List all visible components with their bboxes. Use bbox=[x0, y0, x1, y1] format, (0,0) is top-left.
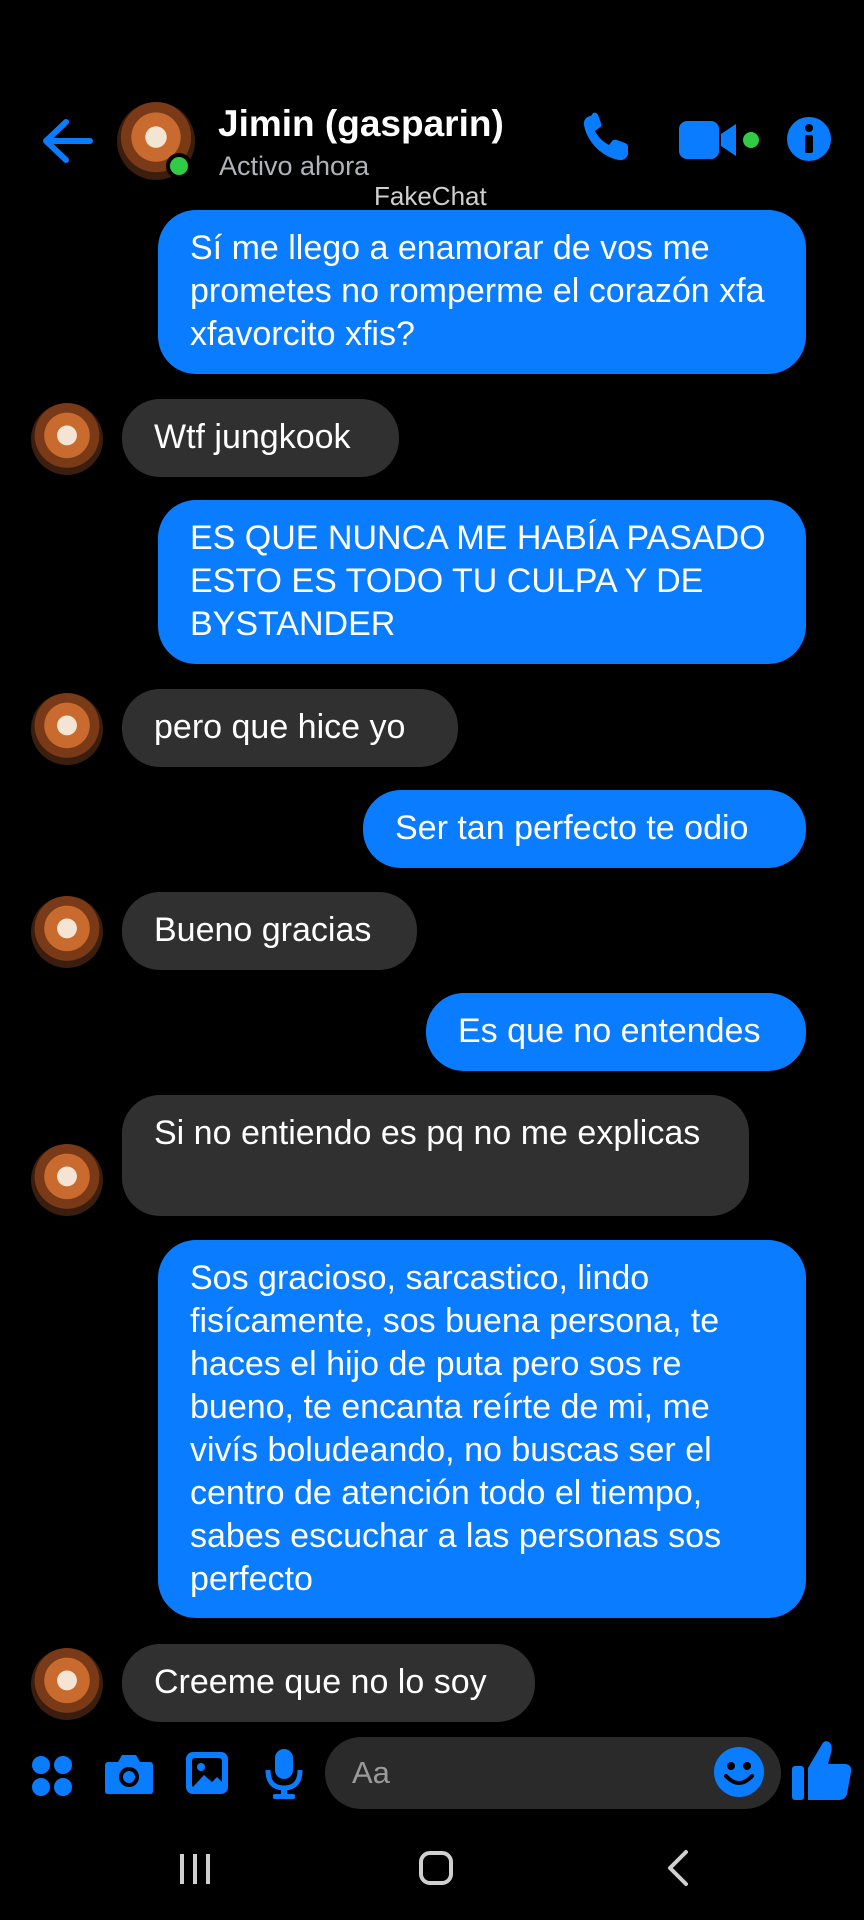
message-bubble-sent[interactable]: Sí me llego a enamorar de vos me promete… bbox=[158, 210, 806, 374]
thumbs-up-icon[interactable] bbox=[791, 1738, 853, 1807]
message-bubble-received[interactable]: Bueno gracias bbox=[122, 892, 417, 970]
microphone-icon[interactable] bbox=[265, 1748, 303, 1805]
message-bubble-received[interactable]: Creeme que no lo soy bbox=[122, 1644, 535, 1722]
camera-icon[interactable] bbox=[104, 1752, 154, 1801]
contact-avatar-small bbox=[31, 1144, 103, 1216]
message-bubble-received[interactable]: pero que hice yo bbox=[122, 689, 458, 767]
message-bubble-received[interactable]: Wtf jungkook bbox=[122, 399, 399, 477]
message-bubble-sent[interactable]: Es que no entendes bbox=[426, 993, 806, 1071]
contact-status: Activo ahora bbox=[219, 151, 370, 181]
contact-avatar-small bbox=[31, 896, 103, 968]
watermark: FakeChat bbox=[374, 181, 487, 211]
message-bubble-sent[interactable]: Sos gracioso, sarcastico, lindo fisícame… bbox=[158, 1240, 806, 1618]
emoji-smiley-icon[interactable] bbox=[713, 1746, 765, 1803]
apps-menu-icon[interactable] bbox=[30, 1754, 74, 1803]
online-status-dot bbox=[166, 153, 192, 179]
contact-name[interactable]: Jimin (gasparin) bbox=[218, 102, 504, 146]
back-arrow-icon[interactable] bbox=[40, 118, 94, 164]
message-bubble-received[interactable]: Si no entiendo es pq no me explicas bbox=[122, 1095, 749, 1216]
message-bubble-sent[interactable]: Ser tan perfecto te odio bbox=[363, 790, 806, 868]
recent-apps-icon[interactable] bbox=[178, 1852, 212, 1891]
info-icon[interactable] bbox=[786, 116, 832, 167]
phone-icon[interactable] bbox=[580, 112, 632, 169]
contact-avatar-small bbox=[31, 403, 103, 475]
contact-avatar-small bbox=[31, 1648, 103, 1720]
video-camera-icon[interactable] bbox=[679, 120, 763, 165]
back-nav-icon[interactable] bbox=[666, 1850, 690, 1891]
home-icon[interactable] bbox=[418, 1850, 454, 1891]
message-bubble-sent[interactable]: ES QUE NUNCA ME HABÍA PASADO ESTO ES TOD… bbox=[158, 500, 806, 664]
contact-avatar-small bbox=[31, 693, 103, 765]
image-gallery-icon[interactable] bbox=[184, 1750, 230, 1801]
